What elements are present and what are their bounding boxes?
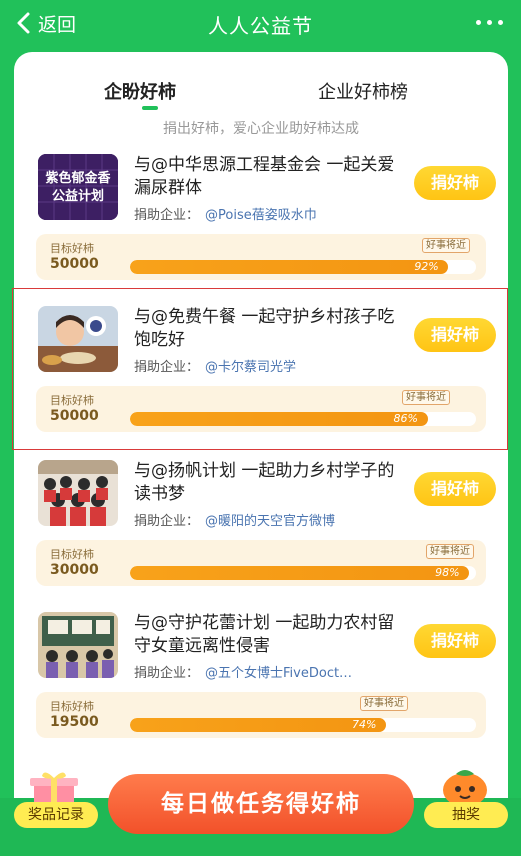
prize-record-button[interactable]: 奖品记录 xyxy=(14,802,98,828)
main-card: 企盼好柿 企业好柿榜 捐出好柿，爱心企业助好柿达成 紫色郁金香公益计划 与@中华… xyxy=(14,52,508,856)
progress-bar: 74% xyxy=(130,718,476,732)
tab-subtitle: 捐出好柿，爱心企业助好柿达成 xyxy=(163,121,359,137)
near-badge: 好事将近 xyxy=(422,238,470,253)
sponsor-name[interactable]: @五个女博士FiveDoct… xyxy=(205,666,352,681)
dot-icon xyxy=(487,20,492,25)
project-title[interactable]: 与@扬帆计划 一起助力乡村学子的读书梦 xyxy=(134,460,399,506)
progress-percent: 74% xyxy=(352,718,377,731)
donate-button[interactable]: 捐好柿 xyxy=(414,472,496,506)
project-title[interactable]: 与@中华思源工程基金会 一起关爱漏尿群体 xyxy=(134,154,399,200)
near-badge: 好事将近 xyxy=(360,696,408,711)
sponsor-name[interactable]: @暖阳的天空官方微博 xyxy=(205,514,335,529)
goal-panel: 目标好柿 19500 好事将近 74% xyxy=(36,692,486,738)
project-thumbnail[interactable]: 紫色郁金香公益计划 xyxy=(38,154,118,220)
goal-panel: 目标好柿 30000 好事将近 98% xyxy=(36,540,486,586)
goal-value: 50000 xyxy=(50,256,99,272)
project-card-3[interactable]: 与@扬帆计划 一起助力乡村学子的读书梦 捐助企业： @暖阳的天空官方微博 捐好柿 … xyxy=(36,460,496,600)
sponsor-prefix: 捐助企业： xyxy=(134,666,200,681)
donate-button[interactable]: 捐好柿 xyxy=(414,624,496,658)
page-title: 人人公益节 xyxy=(208,14,313,38)
progress-bar: 98% xyxy=(130,566,476,580)
project-thumbnail[interactable] xyxy=(38,612,118,678)
sponsor-line: 捐助企业： @暖阳的天空官方微博 xyxy=(134,510,404,529)
daily-task-button[interactable]: 每日做任务得好柿 xyxy=(108,774,414,834)
goal-label: 目标好柿 xyxy=(50,548,94,561)
progress-bar: 92% xyxy=(130,260,476,274)
project-card-1[interactable]: 紫色郁金香公益计划 与@中华思源工程基金会 一起关爱漏尿群体 捐助企业： @Poi… xyxy=(36,154,496,294)
progress-fill xyxy=(130,260,449,274)
dot-icon xyxy=(498,20,503,25)
goal-label: 目标好柿 xyxy=(50,700,94,713)
project-thumbnail[interactable] xyxy=(38,460,118,526)
sponsor-line: 捐助企业： @Poise蓓姿吸水巾 xyxy=(134,204,404,223)
goal-label: 目标好柿 xyxy=(50,242,94,255)
tab-bar: 企盼好柿 企业好柿榜 xyxy=(14,78,508,112)
tab-qipan-haoshi[interactable]: 企盼好柿 xyxy=(104,78,176,104)
progress-percent: 98% xyxy=(435,566,460,579)
donate-button[interactable]: 捐好柿 xyxy=(414,166,496,200)
more-menu-button[interactable] xyxy=(476,20,503,25)
goal-panel: 目标好柿 50000 好事将近 92% xyxy=(36,234,486,280)
dot-icon xyxy=(476,20,481,25)
sponsor-line: 捐助企业： @五个女博士FiveDoct… xyxy=(134,662,404,681)
bottom-action-bar: 奖品记录 每日做任务得好柿 抽奖 xyxy=(0,768,521,856)
active-tab-indicator xyxy=(142,106,158,110)
sponsor-prefix: 捐助企业： xyxy=(134,208,200,223)
top-bar: 返回 人人公益节 xyxy=(0,0,521,48)
progress-percent: 92% xyxy=(414,260,439,273)
selected-card-highlight xyxy=(12,288,508,450)
near-badge: 好事将近 xyxy=(426,544,474,559)
sponsor-prefix: 捐助企业： xyxy=(134,514,200,529)
progress-fill xyxy=(130,566,470,580)
progress-fill xyxy=(130,718,387,732)
goal-value: 19500 xyxy=(50,714,99,730)
sponsor-name[interactable]: @Poise蓓姿吸水巾 xyxy=(205,208,317,223)
goal-value: 30000 xyxy=(50,562,99,578)
lottery-button[interactable]: 抽奖 xyxy=(424,802,508,828)
thumbnail-caption: 紫色郁金香公益计划 xyxy=(45,171,111,204)
project-card-4[interactable]: 与@守护花蕾计划 一起助力农村留守女童远离性侵害 捐助企业： @五个女博士Five… xyxy=(36,612,496,752)
tab-company-ranking[interactable]: 企业好柿榜 xyxy=(318,78,408,104)
project-title[interactable]: 与@守护花蕾计划 一起助力农村留守女童远离性侵害 xyxy=(134,612,399,658)
